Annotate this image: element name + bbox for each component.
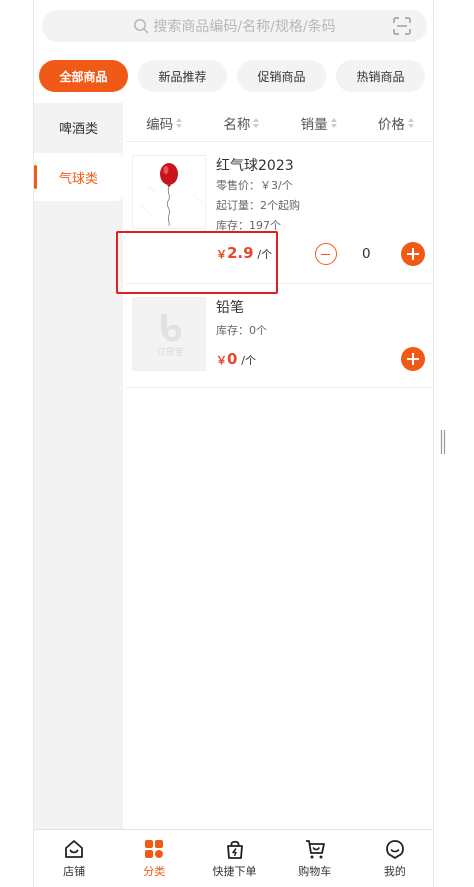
- sort-by-code[interactable]: 编码: [126, 104, 203, 141]
- chip-promotions[interactable]: 促销商品: [237, 60, 326, 92]
- tab-label: 店铺: [63, 865, 86, 878]
- active-indicator: [34, 165, 37, 189]
- tab-label: 快捷下单: [212, 865, 257, 878]
- search-bar: 搜索商品编码/名称/规格/条码: [34, 0, 433, 52]
- profile-icon: [386, 840, 404, 859]
- price-value: 0: [227, 350, 238, 368]
- retail-price: 零售价：￥3/个: [216, 179, 293, 192]
- store-icon: [65, 840, 83, 858]
- sort-by-sales[interactable]: 销量: [281, 104, 358, 141]
- product-name: 红气球2023: [216, 158, 294, 174]
- sort-arrows-icon: [176, 117, 183, 128]
- sort-header: 编码 名称 销量 价格: [126, 104, 433, 142]
- category-label: 气球类: [58, 171, 98, 187]
- balloon-image: [140, 163, 204, 227]
- increase-quantity-button[interactable]: [401, 347, 425, 371]
- chip-new-arrivals[interactable]: 新品推荐: [138, 60, 227, 92]
- tab-store[interactable]: 店铺: [34, 830, 114, 887]
- sort-by-price[interactable]: 价格: [358, 104, 433, 141]
- tab-cart[interactable]: 购物车: [275, 830, 355, 887]
- sort-label: 销量: [300, 116, 328, 133]
- cart-icon: [305, 840, 325, 859]
- min-order: 起订量：2个起购: [216, 199, 300, 212]
- quick-order-icon: [226, 840, 243, 859]
- scan-icon[interactable]: [393, 17, 411, 35]
- svg-text:订货宝: 订货宝: [156, 346, 183, 358]
- sort-label: 名称: [223, 116, 251, 133]
- sort-arrows-icon: [330, 117, 337, 128]
- category-label: 啤酒类: [58, 121, 98, 137]
- product-price: ￥0 /个: [216, 350, 256, 368]
- sort-label: 价格: [377, 116, 405, 133]
- category-item-balloons[interactable]: 气球类: [34, 153, 123, 201]
- increase-quantity-button[interactable]: [401, 242, 425, 266]
- sort-label: 编码: [146, 116, 174, 133]
- chip-all-products[interactable]: 全部商品: [39, 60, 128, 92]
- quantity-value[interactable]: 0: [362, 246, 371, 262]
- chip-hot-sellers[interactable]: 热销商品: [336, 60, 425, 92]
- sort-arrows-icon: [253, 117, 260, 128]
- search-icon: [134, 19, 149, 34]
- category-item-beer[interactable]: 啤酒类: [34, 103, 123, 151]
- bottom-tab-bar: 店铺 分类 快捷下单 购物车 我的: [34, 829, 433, 887]
- product-row[interactable]: 订货宝 铅笔 库存：0个 ￥0 /个: [126, 284, 433, 388]
- tab-label: 我的: [383, 865, 406, 878]
- tab-quick-order[interactable]: 快捷下单: [194, 830, 274, 887]
- category-icon: [145, 840, 164, 858]
- stock: 库存：0个: [216, 324, 267, 337]
- product-name: 铅笔: [216, 300, 244, 316]
- category-sidebar: 啤酒类 气球类: [34, 103, 123, 829]
- currency-symbol: ￥: [216, 354, 227, 367]
- tab-label: 分类: [143, 865, 166, 878]
- decrease-quantity-button[interactable]: [315, 243, 337, 265]
- phone-screen: 搜索商品编码/名称/规格/条码 全部商品 新品推荐 促销商品 热销商品 啤酒类 …: [33, 0, 434, 887]
- drag-handle-icon[interactable]: [440, 429, 446, 455]
- product-image-placeholder[interactable]: 订货宝: [132, 297, 206, 371]
- highlight-annotation-box: [116, 231, 278, 294]
- filter-chips: 全部商品 新品推荐 促销商品 热销商品: [34, 52, 433, 100]
- product-image-balloon[interactable]: [132, 155, 206, 229]
- sort-by-name[interactable]: 名称: [203, 104, 280, 141]
- tab-label: 购物车: [298, 865, 332, 878]
- price-unit: /个: [241, 354, 256, 367]
- tab-profile[interactable]: 我的: [355, 830, 433, 887]
- tab-category[interactable]: 分类: [114, 830, 194, 887]
- sort-arrows-icon: [407, 117, 414, 128]
- placeholder-logo-icon: 订货宝: [133, 298, 205, 370]
- search-input[interactable]: 搜索商品编码/名称/规格/条码: [42, 10, 427, 42]
- search-placeholder: 搜索商品编码/名称/规格/条码: [153, 19, 336, 35]
